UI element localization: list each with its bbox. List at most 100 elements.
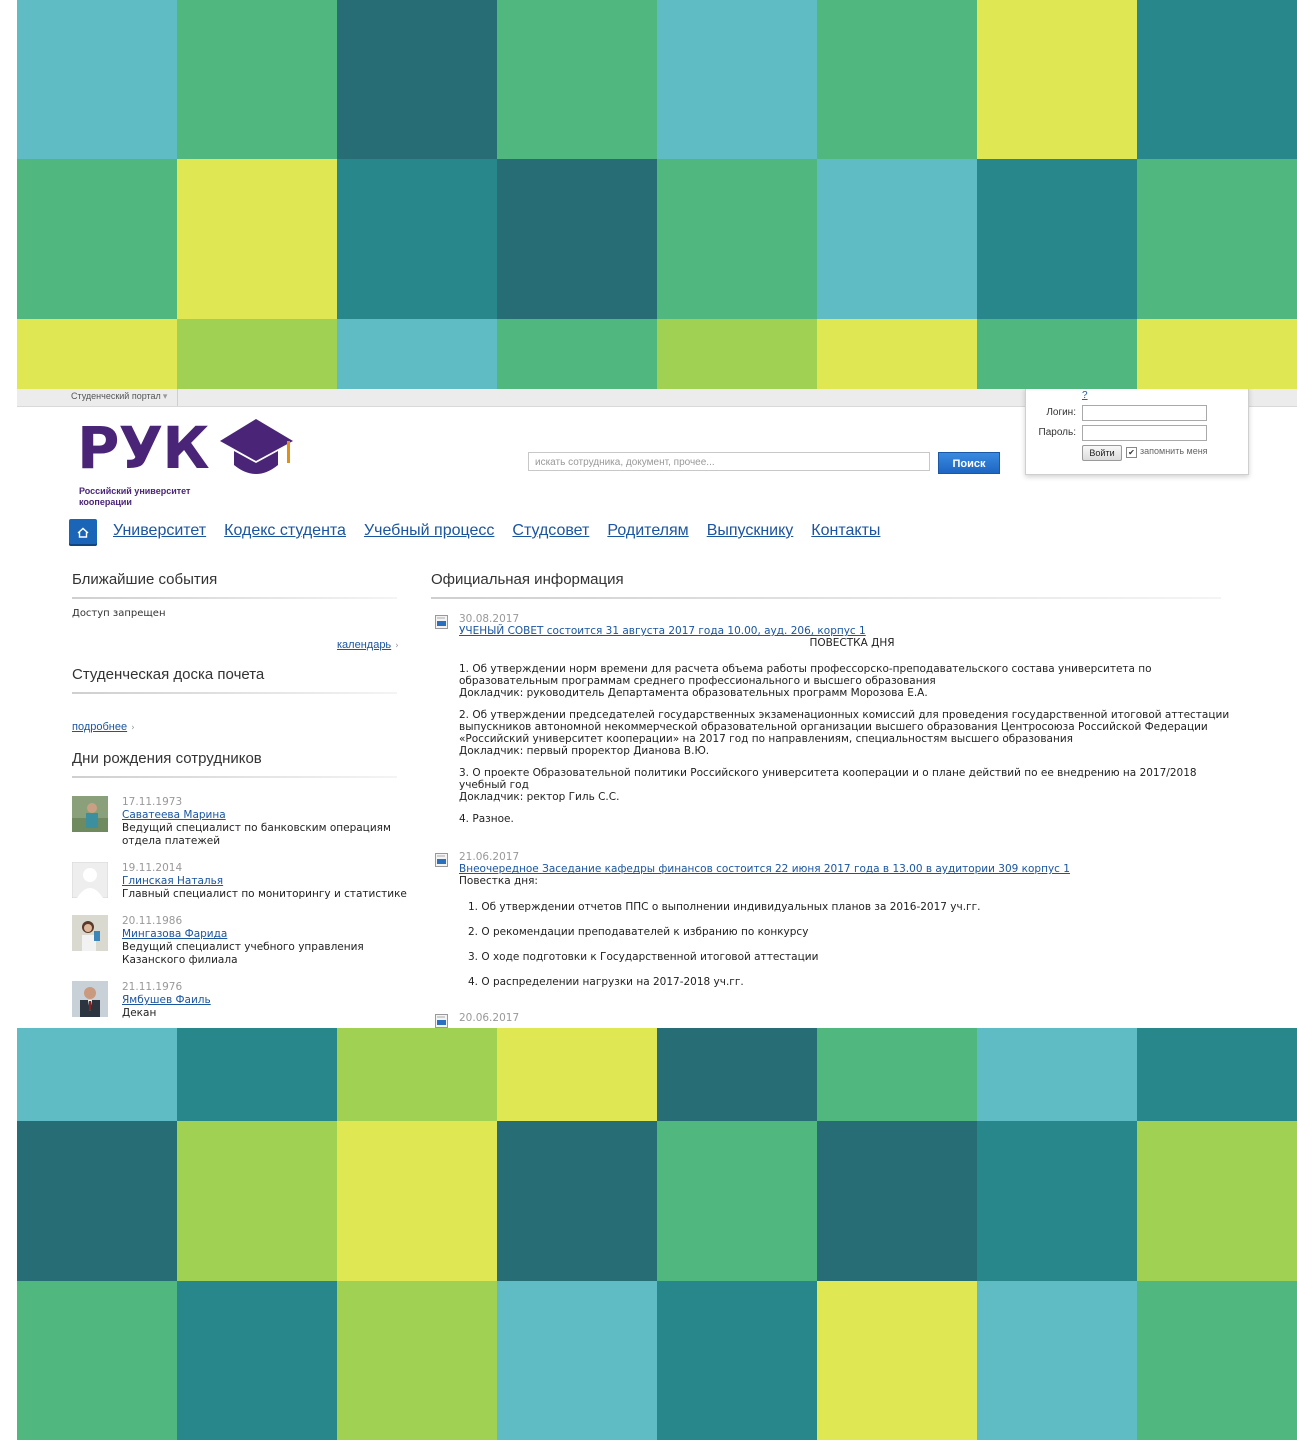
nav-item-university[interactable]: Университет (113, 522, 206, 539)
login-help-link[interactable]: ? (1082, 390, 1088, 401)
bottom-mosaic-banner (17, 1028, 1297, 1440)
document-icon (435, 1014, 448, 1028)
mosaic-tile (497, 0, 657, 159)
mosaic-tile (977, 0, 1137, 159)
agenda-item: 3. О ходе подготовки к Государственной и… (468, 951, 819, 963)
nav-item-study-process[interactable]: Учебный процесс (364, 522, 494, 539)
employee-name-link[interactable]: Саватеева Марина (122, 809, 422, 822)
divider (72, 776, 397, 778)
employee-position: Ведущий специалист учебного управления К… (122, 941, 364, 966)
mosaic-tile (817, 1028, 977, 1121)
mosaic-tile (337, 0, 497, 159)
news-title-link[interactable]: УЧЕНЫЙ СОВЕТ состоится 31 августа 2017 г… (459, 625, 1245, 637)
mosaic-tile (977, 159, 1137, 319)
mosaic-tile (17, 0, 177, 159)
mosaic-tile (497, 1281, 657, 1440)
birth-date: 17.11.1973 (122, 796, 183, 808)
home-button[interactable] (69, 519, 97, 546)
mosaic-tile (17, 1121, 177, 1281)
logo-tagline: Российский университет кооперации (79, 486, 191, 507)
remember-me-checkbox[interactable]: ✔ (1126, 447, 1137, 458)
password-label: Пароль: (1038, 427, 1076, 438)
mosaic-tile (977, 319, 1137, 389)
birth-date: 20.11.1986 (122, 915, 183, 927)
mosaic-tile (1137, 1281, 1297, 1440)
agenda-item: 3. О проекте Образовательной политики Ро… (459, 767, 1197, 791)
login-button[interactable]: Войти (1082, 445, 1122, 461)
avatar (72, 981, 108, 1017)
agenda-item: 4. О распределении нагрузки на 2017-2018… (468, 976, 744, 988)
mosaic-tile (657, 0, 817, 159)
mosaic-tile (17, 1281, 177, 1440)
news-title-link[interactable]: Внеочередное Заседание кафедры финансов … (459, 863, 1245, 875)
avatar (72, 796, 108, 832)
mosaic-tile (177, 1121, 337, 1281)
nav-item-contacts[interactable]: Контакты (811, 522, 880, 539)
agenda-item: 4. Разное. (459, 813, 514, 825)
divider (177, 389, 178, 406)
news-date: 20.06.2017 (459, 1012, 520, 1024)
divider (72, 597, 397, 599)
employee-name-link[interactable]: Глинская Наталья (122, 875, 422, 888)
events-heading: Ближайшие события (72, 571, 218, 588)
news-date: 21.06.2017 (459, 851, 520, 863)
divider (72, 692, 397, 694)
nav-item-student-code[interactable]: Кодекс студента (224, 522, 346, 539)
mosaic-tile (17, 159, 177, 319)
mosaic-tile (177, 1281, 337, 1440)
calendar-link[interactable]: календарь (337, 639, 391, 651)
mosaic-tile (817, 1121, 977, 1281)
divider (431, 597, 1221, 599)
mosaic-tile (657, 319, 817, 389)
birthdays-heading: Дни рождения сотрудников (72, 750, 262, 767)
password-input[interactable] (1082, 425, 1207, 441)
agenda-heading: ПОВЕСТКА ДНЯ (809, 637, 895, 649)
mosaic-tile (177, 319, 337, 389)
nav-item-student-council[interactable]: Студсовет (512, 522, 589, 539)
mosaic-tile (177, 1028, 337, 1121)
avatar (72, 915, 108, 951)
mosaic-tile (977, 1281, 1137, 1440)
mosaic-tile (17, 319, 177, 389)
agenda-speaker: Докладчик: руководитель Департамента обр… (459, 687, 928, 699)
mosaic-tile (1137, 319, 1297, 389)
top-mosaic-banner (17, 0, 1297, 389)
employee-name-link[interactable]: Мингазова Фарида (122, 928, 422, 941)
chevron-right-icon: › (395, 641, 399, 651)
search-input[interactable]: искать сотрудника, документ, прочее... (528, 452, 930, 471)
mosaic-tile (1137, 0, 1297, 159)
mosaic-tile (977, 1028, 1137, 1121)
nav-item-graduates[interactable]: Выпускнику (707, 522, 794, 539)
university-logo[interactable]: РУК Российский университет кооперации (77, 419, 293, 507)
agenda-item: 2. О рекомендации преподавателей к избра… (468, 926, 809, 938)
main-nav: Университет Кодекс студента Учебный процес… (113, 522, 898, 540)
mosaic-tile (337, 1281, 497, 1440)
mosaic-tile (1137, 159, 1297, 319)
mosaic-tile (657, 1281, 817, 1440)
calendar-link-wrap: календарь › (337, 633, 399, 652)
chevron-down-icon: ▾ (162, 391, 168, 401)
mosaic-tile (657, 159, 817, 319)
document-icon (435, 615, 448, 629)
document-icon (435, 853, 448, 867)
portal-switcher[interactable]: Студенческий портал ▾ (71, 391, 167, 402)
honor-more-link[interactable]: подробнее (72, 721, 127, 733)
search-button[interactable]: Поиск (938, 452, 1000, 474)
mosaic-tile (817, 1281, 977, 1440)
mosaic-tile (497, 1121, 657, 1281)
nav-item-parents[interactable]: Родителям (607, 522, 688, 539)
mosaic-tile (497, 319, 657, 389)
mosaic-tile (657, 1121, 817, 1281)
employee-position: Декан (122, 1007, 157, 1019)
graduation-cap-icon (220, 419, 293, 474)
login-input[interactable] (1082, 405, 1207, 421)
mosaic-tile (337, 319, 497, 389)
official-info-heading: Официальная информация (431, 571, 624, 588)
mosaic-tile (817, 319, 977, 389)
remember-me-label: запомнить меня (1140, 446, 1208, 456)
agenda-heading: Повестка дня: (459, 875, 538, 887)
mosaic-tile (657, 1028, 817, 1121)
employee-name-link[interactable]: Ямбушев Фаиль (122, 994, 422, 1007)
portal-switcher-label: Студенческий портал (71, 391, 161, 401)
birth-date: 21.11.1976 (122, 981, 183, 993)
